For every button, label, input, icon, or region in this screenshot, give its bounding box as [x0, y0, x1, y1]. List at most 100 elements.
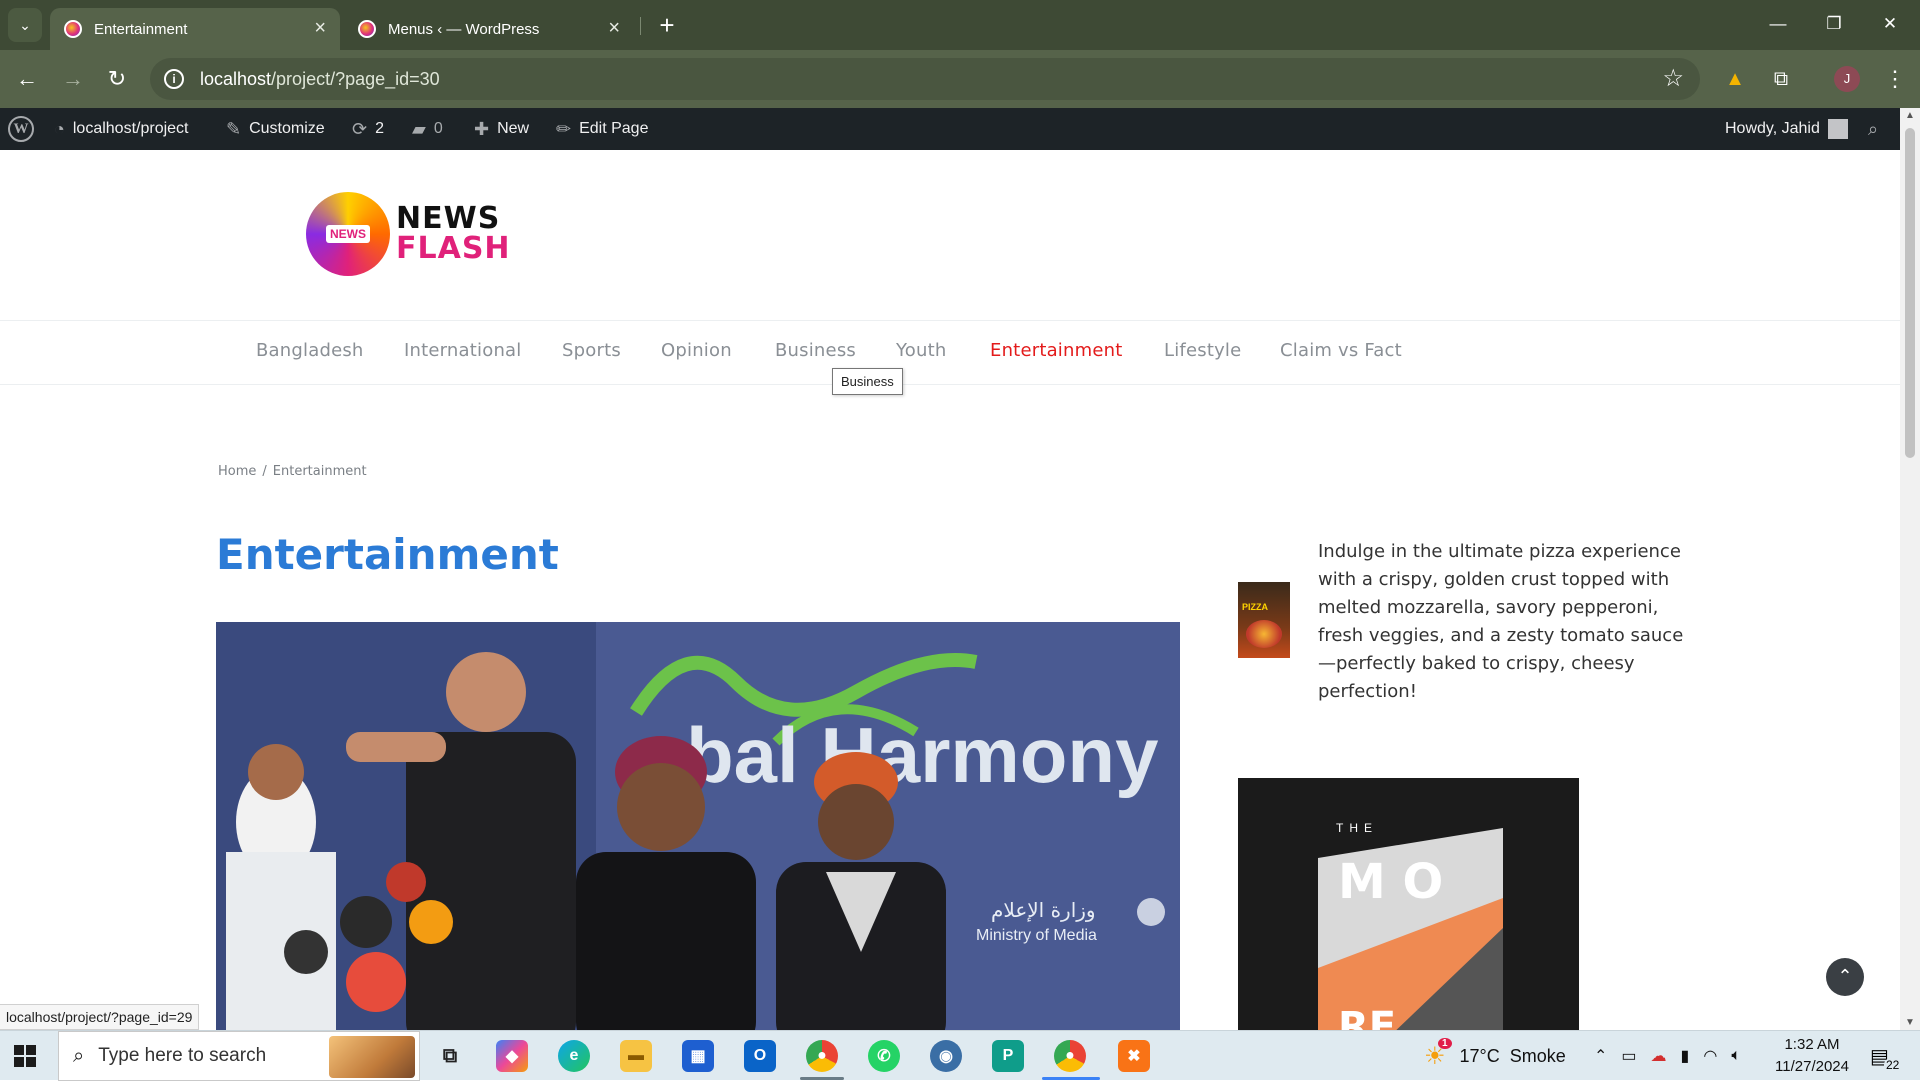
tab-search-button[interactable]: ⌄ [8, 8, 42, 42]
whatsapp-icon[interactable]: ✆ [868, 1040, 900, 1072]
address-bar[interactable]: i localhost/project/?page_id=30 ☆ [150, 58, 1700, 100]
weather-widget[interactable]: ☀ 1 17°C Smoke [1424, 1031, 1566, 1081]
wp-admin-bar: W ◔ localhost/project ✎ Customize ⟳ 2 ▰ … [0, 108, 1900, 150]
google-drive-icon[interactable]: ▲ [1720, 64, 1750, 94]
tab-menus-wordpress[interactable]: Menus ‹ — WordPress × [344, 8, 634, 50]
search-icon: ⌕ [73, 1044, 85, 1067]
menu-item-opinion[interactable]: Opinion [661, 340, 732, 361]
xampp-icon[interactable]: ✖ [1118, 1040, 1150, 1072]
scroll-down-icon[interactable]: ▼ [1905, 1017, 1915, 1028]
admin-comments-link[interactable]: ▰ 0 [412, 108, 443, 150]
logo-line-2: FLASH [396, 231, 511, 266]
restore-button[interactable]: ❐ [1806, 0, 1862, 50]
ad-top-text: THE [1336, 821, 1378, 835]
site-info-icon[interactable]: i [164, 69, 184, 89]
menu-item-youth[interactable]: Youth [896, 340, 947, 361]
windows-taskbar: ⌕ Type here to search ⧉ ◆ e ▬ ▦ O ● ✆ ◉ … [0, 1030, 1920, 1081]
close-tab-icon[interactable]: × [314, 17, 326, 40]
admin-updates-link[interactable]: ⟳ 2 [352, 108, 384, 150]
breadcrumb-home-link[interactable]: Home [218, 464, 256, 479]
wp-logo-menu[interactable]: W [8, 108, 34, 150]
new-tab-button[interactable]: + [652, 8, 682, 42]
site-page: NEWS NEWS FLASH Bangladesh International… [0, 150, 1900, 1030]
close-window-button[interactable]: ✕ [1862, 0, 1918, 50]
nav-divider [0, 384, 1900, 385]
admin-edit-page-link[interactable]: ✏ Edit Page [556, 108, 648, 150]
clock-date: 11/27/2024 [1775, 1058, 1849, 1075]
brush-icon: ✎ [226, 118, 242, 139]
search-highlight-image [329, 1036, 415, 1078]
forward-button[interactable]: → [56, 62, 90, 96]
menu-item-business[interactable]: Business [775, 340, 856, 361]
copilot-icon[interactable]: ◆ [496, 1040, 528, 1072]
weather-temp: 17°C [1459, 1045, 1500, 1066]
taskbar-clock[interactable]: 1:32 AM 11/27/2024 [1764, 1034, 1860, 1078]
menu-item-lifestyle[interactable]: Lifestyle [1164, 340, 1241, 361]
onedrive-error-icon[interactable]: ☁ [1651, 1046, 1667, 1066]
clock-time: 1:32 AM [1784, 1036, 1840, 1053]
url-host: localhost [200, 68, 272, 89]
pizza-thumbnail[interactable]: PIZZA [1238, 582, 1290, 658]
chrome-profile-icon[interactable]: ● [1054, 1040, 1086, 1072]
banner-text: bal Harmony [686, 711, 1158, 799]
page-scrollbar[interactable]: ▲ ▼ [1900, 108, 1920, 1030]
meet-now-icon[interactable]: ▭ [1621, 1046, 1636, 1066]
outlook-icon[interactable]: O [744, 1040, 776, 1072]
site-logo[interactable]: NEWS NEWS FLASH [306, 192, 511, 276]
site-favicon-icon [64, 20, 82, 38]
media-app-icon[interactable]: ◉ [930, 1040, 962, 1072]
battery-icon[interactable]: ▮ [1681, 1046, 1690, 1066]
menu-item-international[interactable]: International [404, 340, 521, 361]
menu-item-claim-vs-fact[interactable]: Claim vs Fact [1280, 340, 1402, 361]
comments-count: 0 [433, 120, 443, 137]
breadcrumb: Home / Entertainment [218, 464, 367, 479]
minimize-button[interactable]: — [1750, 0, 1806, 50]
menu-item-sports[interactable]: Sports [562, 340, 621, 361]
extensions-icon[interactable]: ⧉ [1766, 64, 1796, 94]
reload-button[interactable]: ↻ [100, 62, 134, 96]
tray-chevron-up-icon[interactable]: ⌃ [1594, 1046, 1607, 1066]
browser-menu-icon[interactable]: ⋮ [1880, 64, 1910, 94]
taskbar-search[interactable]: ⌕ Type here to search [58, 1031, 420, 1081]
weather-alert-badge: 1 [1438, 1037, 1452, 1049]
featured-image[interactable]: bal Harmony وزارة الإعلام Ministry of Me… [216, 622, 1180, 1030]
pycharm-icon[interactable]: P [992, 1040, 1024, 1072]
bookmark-star-icon[interactable]: ☆ [1662, 64, 1684, 93]
hover-tooltip: Business [832, 368, 903, 395]
tab-entertainment[interactable]: Entertainment × [50, 8, 340, 50]
task-view-icon[interactable]: ⧉ [434, 1040, 466, 1072]
file-explorer-icon[interactable]: ▬ [620, 1040, 652, 1072]
sidebar-ad-image[interactable]: THE M O RE [1238, 778, 1579, 1030]
main-navigation: Bangladesh International Sports Opinion … [0, 320, 1900, 384]
close-tab-icon[interactable]: × [608, 17, 620, 40]
notification-center-icon[interactable]: ▤ 22 [1870, 1044, 1902, 1072]
back-to-top-button[interactable]: ⌃ [1826, 958, 1864, 996]
scroll-up-icon[interactable]: ▲ [1905, 110, 1915, 121]
pizza-thumb-label: PIZZA [1242, 602, 1268, 612]
admin-new-link[interactable]: ✚ New [474, 108, 529, 150]
admin-site-link[interactable]: ◔ localhost/project [54, 108, 189, 150]
tab-separator [640, 17, 641, 35]
admin-search[interactable]: ⌕ [1868, 108, 1878, 150]
admin-account-menu[interactable]: Howdy, Jahid [1725, 108, 1848, 150]
weather-desc: Smoke [1509, 1045, 1566, 1066]
menu-item-entertainment[interactable]: Entertainment [990, 340, 1123, 361]
page-title: Entertainment [216, 530, 559, 579]
windows-start-icon[interactable] [14, 1045, 36, 1067]
dashboard-icon: ◔ [54, 118, 65, 139]
comment-icon: ▰ [412, 118, 426, 139]
pizza-promo-text: Indulge in the ultimate pizza experience… [1318, 541, 1684, 702]
edge-icon[interactable]: e [558, 1040, 590, 1072]
wifi-icon[interactable]: ◠ [1703, 1046, 1717, 1066]
admin-customize-link[interactable]: ✎ Customize [226, 108, 325, 150]
profile-avatar[interactable]: J [1834, 66, 1860, 92]
menu-item-bangladesh[interactable]: Bangladesh [256, 340, 364, 361]
site-favicon-icon [358, 20, 376, 38]
microsoft-store-icon[interactable]: ▦ [682, 1040, 714, 1072]
back-button[interactable]: ← [10, 62, 44, 96]
scrollbar-thumb[interactable] [1905, 128, 1915, 458]
volume-icon[interactable]: 🔈︎ [1731, 1047, 1741, 1065]
chrome-icon[interactable]: ● [806, 1040, 838, 1072]
banner-arabic: وزارة الإعلام [991, 898, 1096, 922]
ad-art: THE M O RE [1238, 778, 1579, 1030]
